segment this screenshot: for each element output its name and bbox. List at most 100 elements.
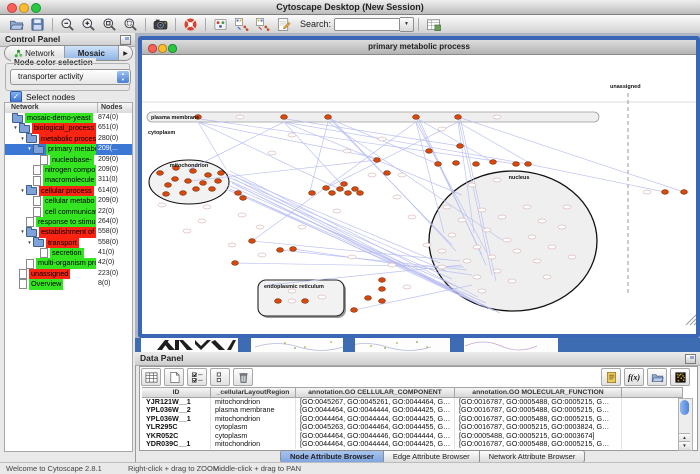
- expand-arrow-icon[interactable]: ▼: [26, 144, 33, 154]
- node[interactable]: [533, 259, 541, 263]
- node[interactable]: [528, 235, 536, 239]
- selected-node[interactable]: [490, 160, 497, 165]
- table-row[interactable]: YJR121W__1mitochondrion[GO:0045267, GO:0…: [142, 398, 692, 407]
- search-input[interactable]: [334, 18, 400, 31]
- matrix-icon[interactable]: [670, 368, 690, 386]
- selected-node[interactable]: [329, 191, 336, 196]
- selected-node[interactable]: [165, 183, 172, 188]
- node[interactable]: [298, 225, 306, 229]
- minimize-icon[interactable]: [158, 44, 167, 53]
- selected-node[interactable]: [172, 177, 179, 182]
- region-plasma-membrane[interactable]: [147, 112, 599, 122]
- node[interactable]: [498, 215, 506, 219]
- help-icon[interactable]: [182, 16, 199, 32]
- search-dropdown-button[interactable]: ▼: [400, 17, 414, 32]
- tree-row[interactable]: nucleobase-209(0): [5, 155, 132, 165]
- zoom-fit-icon[interactable]: [101, 16, 118, 32]
- window-titlebar[interactable]: Cytoscape Desktop (New Session): [0, 0, 700, 15]
- selected-node[interactable]: [281, 115, 288, 120]
- selected-node[interactable]: [240, 196, 247, 201]
- tab-overflow-arrow[interactable]: ▶: [119, 46, 132, 60]
- node[interactable]: [288, 133, 296, 137]
- node[interactable]: [333, 209, 341, 213]
- node[interactable]: [513, 249, 521, 253]
- notes-icon[interactable]: [601, 368, 621, 386]
- expand-arrow-icon[interactable]: ▼: [19, 186, 26, 196]
- selected-node[interactable]: [302, 299, 309, 304]
- tree-row[interactable]: ▼biological_process651(0): [5, 123, 132, 133]
- node[interactable]: [203, 205, 211, 209]
- node[interactable]: [228, 243, 236, 247]
- selected-node[interactable]: [190, 169, 197, 174]
- selected-node[interactable]: [180, 191, 187, 196]
- node-color-dropdown[interactable]: transporter activity ▲▼: [10, 69, 131, 85]
- selected-node[interactable]: [513, 162, 520, 167]
- tree-row[interactable]: ▼metabolic process280(0): [5, 134, 132, 144]
- node[interactable]: [643, 190, 651, 194]
- selected-node[interactable]: [455, 115, 462, 120]
- network-window-titlebar[interactable]: primary metabolic process: [142, 40, 696, 55]
- node[interactable]: [268, 151, 276, 155]
- node[interactable]: [448, 233, 456, 237]
- node[interactable]: [198, 219, 206, 223]
- node[interactable]: [543, 275, 551, 279]
- node[interactable]: [288, 299, 296, 303]
- selected-node[interactable]: [232, 261, 239, 266]
- column-header[interactable]: _cellularLayoutRegion: [211, 387, 296, 398]
- zoom-selected-icon[interactable]: [122, 16, 139, 32]
- selected-node[interactable]: [457, 144, 464, 149]
- float-panel-icon[interactable]: [685, 354, 696, 364]
- selected-node[interactable]: [193, 187, 200, 192]
- import-edge-attributes-icon[interactable]: [254, 16, 271, 32]
- zoom-window-icon[interactable]: [168, 44, 177, 53]
- tree-row[interactable]: secretion41(0): [5, 248, 132, 258]
- snapshot-icon[interactable]: [152, 16, 169, 32]
- column-header[interactable]: ID: [142, 387, 211, 398]
- selected-node[interactable]: [379, 287, 386, 292]
- zoom-window-icon[interactable]: [31, 3, 41, 13]
- zoom-in-icon[interactable]: [80, 16, 97, 32]
- table-row[interactable]: YLR295Ccytoplasm[GO:0045263, GO:0044464,…: [142, 423, 692, 432]
- expand-arrow-icon[interactable]: ▼: [26, 238, 33, 248]
- node[interactable]: [423, 243, 431, 247]
- selected-node[interactable]: [209, 187, 216, 192]
- column-header[interactable]: annotation.GO CELLULAR_COMPONENT: [296, 387, 455, 398]
- node[interactable]: [158, 203, 166, 207]
- selected-node[interactable]: [157, 171, 164, 176]
- selected-node[interactable]: [357, 191, 364, 196]
- selected-node[interactable]: [309, 191, 316, 196]
- scroll-down-icon[interactable]: ▼: [679, 441, 690, 450]
- expand-arrow-icon[interactable]: ▼: [19, 134, 26, 144]
- node[interactable]: [403, 285, 411, 289]
- node[interactable]: [488, 255, 496, 259]
- selected-node[interactable]: [275, 299, 282, 304]
- node[interactable]: [238, 213, 246, 217]
- selected-node[interactable]: [325, 115, 332, 120]
- tree-row[interactable]: unassigned223(0): [5, 269, 132, 279]
- tree-row[interactable]: Overview8(0): [5, 279, 132, 289]
- delete-attribute-icon[interactable]: [233, 368, 253, 386]
- attribute-editor-icon[interactable]: [275, 16, 292, 32]
- selected-node[interactable]: [379, 299, 386, 304]
- close-icon[interactable]: [7, 3, 17, 13]
- node[interactable]: [438, 265, 446, 269]
- selected-node[interactable]: [681, 190, 688, 195]
- node[interactable]: [548, 245, 556, 249]
- node[interactable]: [493, 178, 501, 182]
- table-icon[interactable]: [141, 368, 161, 386]
- table-row[interactable]: YKR052Ccytoplasm[GO:0044464, GO:0044446,…: [142, 432, 692, 441]
- scrollbar-thumb[interactable]: [680, 400, 689, 415]
- selected-node[interactable]: [426, 149, 433, 154]
- selected-node[interactable]: [453, 161, 460, 166]
- expand-arrow-icon[interactable]: ▼: [19, 227, 26, 237]
- selected-node[interactable]: [205, 173, 212, 178]
- node[interactable]: [258, 253, 266, 257]
- node[interactable]: [473, 275, 481, 279]
- tree-row[interactable]: mosaic-demo-yeast874(0): [5, 113, 132, 123]
- selected-node[interactable]: [341, 182, 348, 187]
- node[interactable]: [256, 225, 264, 229]
- formula-icon[interactable]: f(x): [624, 368, 644, 386]
- node[interactable]: [398, 173, 406, 177]
- open-icon[interactable]: [647, 368, 667, 386]
- select-attributes-icon[interactable]: [187, 368, 207, 386]
